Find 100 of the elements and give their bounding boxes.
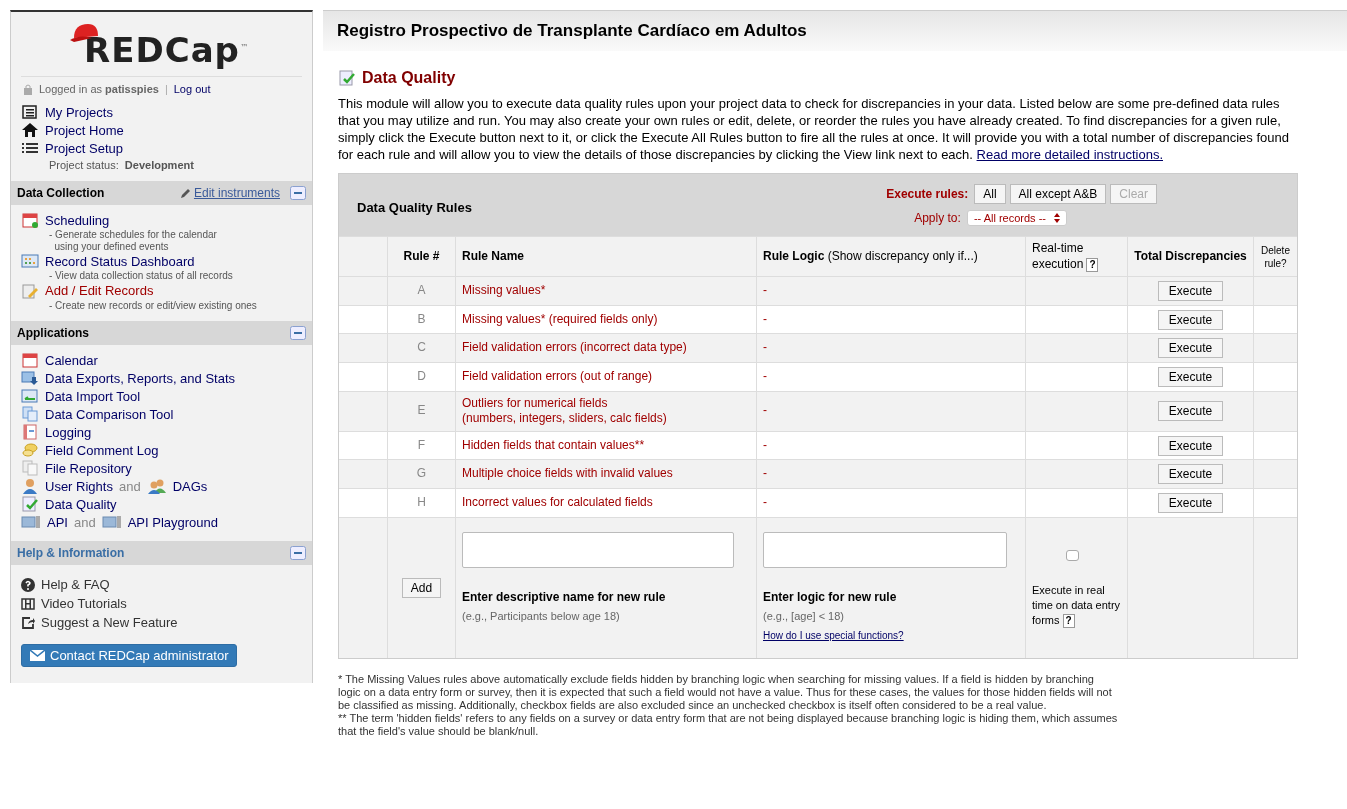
item-description: - Generate schedules for the calendar using your defined events bbox=[48, 229, 218, 253]
notebook-icon bbox=[21, 424, 39, 441]
nav-link[interactable]: Data Quality bbox=[45, 496, 117, 512]
nav-link[interactable]: Field Comment Log bbox=[45, 442, 159, 458]
collapse-icon[interactable] bbox=[290, 186, 306, 201]
logout-link[interactable]: Log out bbox=[173, 83, 211, 96]
footnote: * The Missing Values rules above automatically exclude fields hidden by branching logic when searching for missing values. If a field is hidden by branching logic on a data entry form or survey, then it is expected that such a field would not have a value. Thus for these cases, the values for those hidden fields will not be classified as missing. Additionally, checkbox fields are also excluded since an unchecked checkbox is itself often considered to be a real value. bbox=[338, 672, 1113, 712]
computer-icon bbox=[21, 514, 41, 531]
computer-icon bbox=[101, 514, 122, 531]
film-icon bbox=[21, 596, 35, 611]
help-link[interactable]: Help & FAQ bbox=[41, 577, 110, 593]
nav-link[interactable]: Add / Edit Records bbox=[45, 283, 154, 299]
nav-link[interactable]: File Repository bbox=[45, 460, 132, 476]
realtime-checkbox[interactable] bbox=[1066, 549, 1079, 561]
rule-name-input[interactable] bbox=[462, 531, 734, 568]
execute-button[interactable]: Execute bbox=[1157, 338, 1224, 359]
import-icon bbox=[21, 388, 39, 405]
nav-link[interactable]: Logging bbox=[45, 424, 92, 440]
nav-link[interactable]: Record Status Dashboard bbox=[45, 253, 195, 269]
rule-number: E bbox=[417, 403, 426, 419]
people-icon bbox=[146, 478, 167, 495]
execute-button[interactable]: Execute bbox=[1157, 309, 1224, 330]
example-text: (e.g., Participants below age 18) bbox=[462, 609, 620, 624]
nav-link[interactable]: Project Setup bbox=[45, 140, 124, 156]
help-link[interactable]: How do I use special functions? bbox=[763, 629, 904, 643]
footnote: ** The term 'hidden fields' refers to any fields on a survey or data entry form that are not being displayed because branching logic is hiding them, which assumes that the field's value should be blank/null. bbox=[338, 711, 1118, 738]
project-title: Registro Prospectivo de Transplante Cardíaco em Adultos bbox=[323, 10, 1347, 51]
column-header: Delete rule? bbox=[1260, 243, 1291, 270]
nav-link[interactable]: API Playground bbox=[127, 514, 218, 530]
column-header: Real-time execution ? bbox=[1032, 241, 1121, 273]
nav-link[interactable]: Data Import Tool bbox=[45, 388, 141, 404]
rule-logic: - bbox=[763, 340, 767, 356]
rule-name: Field validation errors (incorrect data type) bbox=[462, 340, 687, 356]
lock-icon bbox=[23, 83, 33, 95]
person-icon bbox=[21, 478, 39, 495]
grid-icon bbox=[21, 253, 39, 270]
rule-number: F bbox=[417, 437, 426, 454]
nav-link[interactable]: Scheduling bbox=[45, 212, 110, 228]
execute-rules-button[interactable]: All bbox=[974, 184, 1006, 204]
logo: REDCap$^{™}$ bbox=[70, 22, 253, 71]
rule-number: B bbox=[417, 311, 426, 328]
help-link[interactable]: Video Tutorials bbox=[41, 596, 127, 612]
nav-link[interactable]: Data Comparison Tool bbox=[45, 406, 174, 422]
records-select[interactable]: -- All records -- bbox=[966, 210, 1067, 226]
rule-name: Multiple choice fields with invalid values bbox=[462, 466, 673, 482]
execute-button[interactable]: Execute bbox=[1157, 366, 1224, 387]
collapse-icon[interactable] bbox=[290, 326, 306, 341]
edit-instruments-link[interactable]: Edit instruments bbox=[179, 186, 280, 201]
rule-logic: - bbox=[763, 494, 767, 511]
help-button[interactable]: ? bbox=[1086, 257, 1099, 272]
help-link[interactable]: Suggest a New Feature bbox=[41, 615, 178, 631]
share-icon bbox=[21, 615, 35, 630]
home-icon bbox=[21, 122, 39, 139]
rule-name: Field validation errors (out of range) bbox=[462, 368, 653, 385]
execute-label: Execute rules: bbox=[886, 187, 969, 201]
rule-number: H bbox=[417, 494, 426, 511]
section-title: Applications bbox=[17, 326, 89, 341]
table-title: Data Quality Rules bbox=[357, 199, 473, 215]
rule-number: A bbox=[417, 283, 426, 299]
nav-link[interactable]: Data Exports, Reports, and Stats bbox=[45, 370, 236, 386]
rule-number: G bbox=[416, 466, 427, 482]
envelope-icon bbox=[30, 650, 45, 662]
rule-number: C bbox=[417, 340, 426, 356]
nav-link[interactable]: Calendar bbox=[45, 352, 98, 368]
field-label: Enter descriptive name for new rule bbox=[462, 589, 666, 606]
column-header: Total Discrepancies bbox=[1134, 248, 1247, 265]
documents-icon bbox=[21, 406, 39, 423]
nav-link[interactable]: DAGs bbox=[172, 478, 208, 494]
nav-link[interactable]: Project Home bbox=[45, 122, 124, 138]
field-label: Enter logic for new rule bbox=[763, 589, 897, 606]
page-title: Data Quality bbox=[362, 69, 456, 87]
nav-link[interactable]: API bbox=[47, 514, 68, 530]
rule-logic-input[interactable] bbox=[763, 531, 1007, 568]
rule-name: Missing values* bbox=[462, 283, 546, 299]
collapse-icon[interactable] bbox=[290, 546, 306, 561]
rule-logic: - bbox=[763, 368, 767, 385]
intro-text: This module will allow you to execute data quality rules upon your project data to check for discrepancies in your data. Listed below are some pre-defined data rules that you may utilize and run. You may also create your own rules or edit, delete, or reorder the rules you have already created. To find discrepancies for a given rule, simply click the Execute button next to it, or click the Execute All Rules button to fire all the rules at once. It will provide you with a total number of discrepancies found for each rule and will allow you to view the details of those discrepancies by clicking the View link next to each. Read more detailed instructions. bbox=[338, 95, 1290, 163]
add-button[interactable]: Add bbox=[401, 577, 442, 598]
help-button[interactable]: ? bbox=[1062, 613, 1075, 628]
contact-button[interactable]: Contact REDCap administrator bbox=[21, 644, 238, 668]
section-title: Data Collection bbox=[17, 186, 105, 201]
checkbox-label: Execute in real time on data entry forms ? bbox=[1032, 582, 1121, 628]
project-status: Project status: Development bbox=[48, 158, 195, 172]
edit-icon bbox=[21, 282, 39, 299]
execute-rules-button[interactable]: All except A&B bbox=[1009, 184, 1107, 204]
nav-link[interactable]: User Rights bbox=[45, 478, 113, 494]
execute-button[interactable]: Execute bbox=[1157, 281, 1224, 301]
execute-button[interactable]: Execute bbox=[1157, 435, 1224, 456]
speech-bubbles-icon bbox=[21, 442, 39, 459]
checklist-icon bbox=[338, 70, 356, 86]
execute-button[interactable]: Execute bbox=[1157, 464, 1224, 485]
section-title: Help & Information bbox=[17, 546, 125, 561]
pencil-icon bbox=[179, 187, 191, 199]
rule-logic: - bbox=[763, 437, 767, 454]
nav-link[interactable]: My Projects bbox=[45, 104, 113, 120]
instructions-link[interactable]: Read more detailed instructions. bbox=[976, 147, 1163, 162]
execute-button[interactable]: Execute bbox=[1157, 492, 1224, 513]
rule-name: Missing values* (required fields only) bbox=[462, 311, 658, 328]
conjunction-text: and bbox=[118, 478, 141, 494]
execute-button[interactable]: Execute bbox=[1157, 401, 1224, 422]
